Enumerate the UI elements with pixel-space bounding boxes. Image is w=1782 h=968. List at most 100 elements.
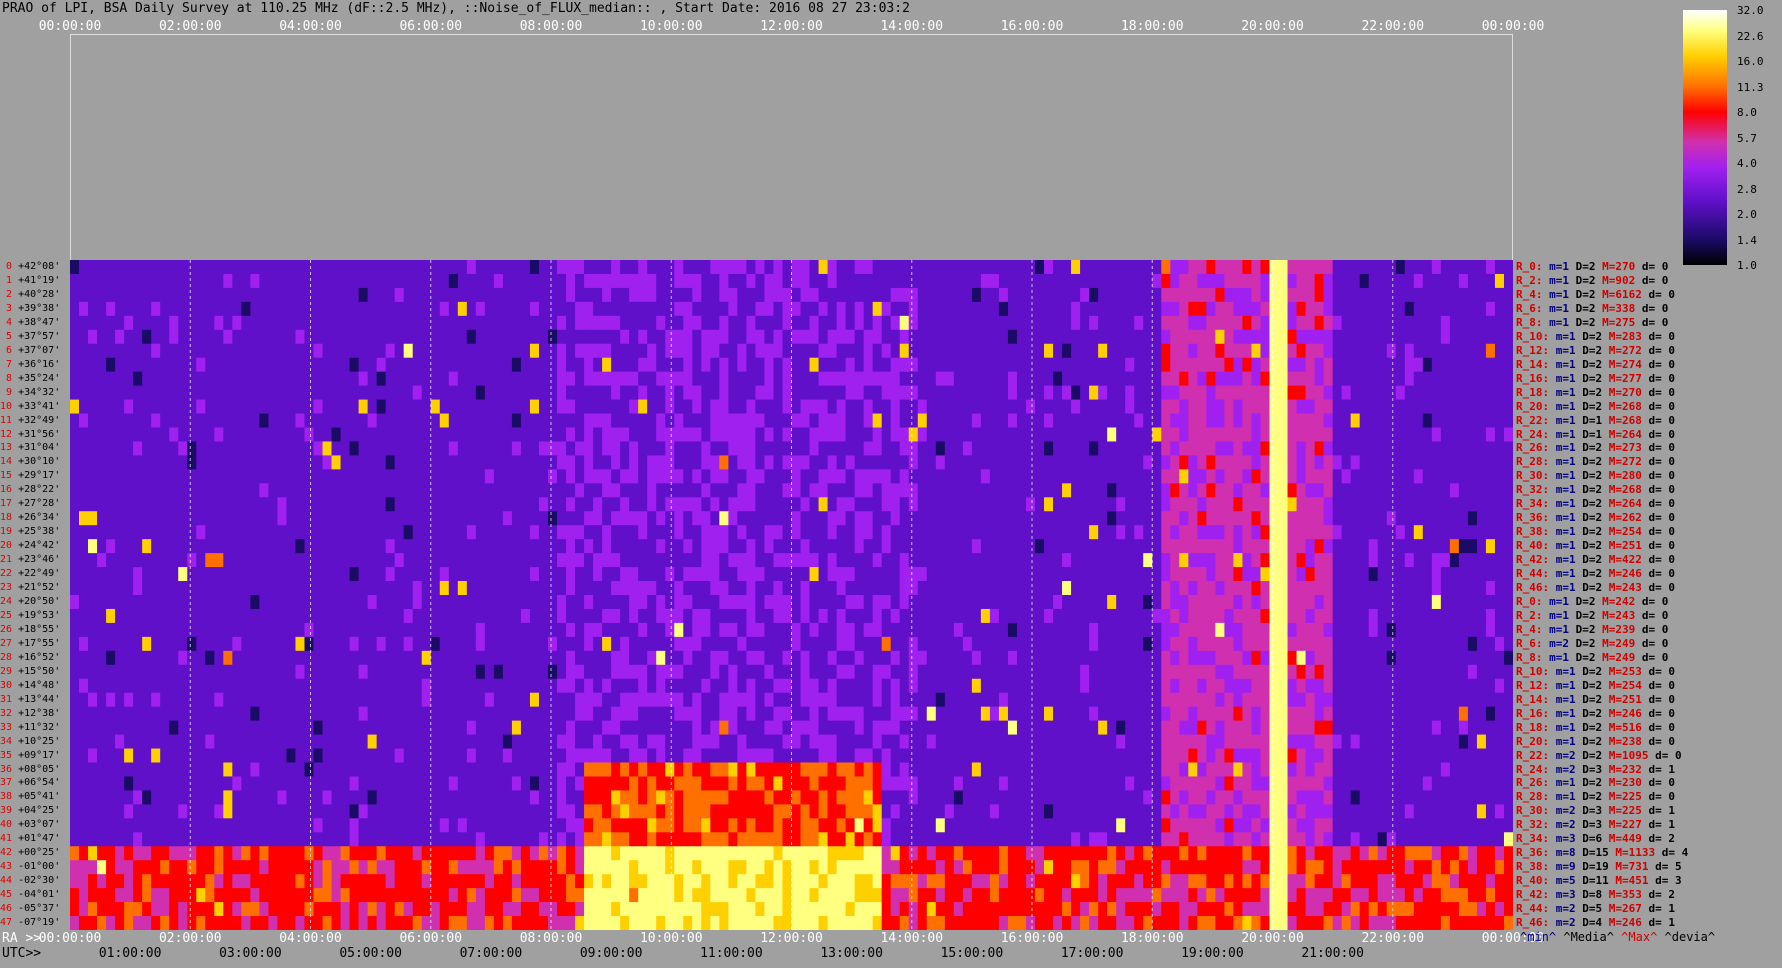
heatmap-cell	[656, 385, 666, 401]
heatmap-cell	[944, 511, 955, 526]
heatmap-cell	[1251, 664, 1262, 680]
heatmap-cell	[944, 273, 955, 289]
heatmap-cell	[1323, 455, 1334, 470]
heatmap-cell	[142, 301, 152, 317]
heatmap-cell	[1404, 539, 1415, 554]
heatmap-cell	[656, 343, 666, 359]
heatmap-cell	[430, 553, 441, 568]
heatmap-cell	[448, 539, 459, 554]
heatmap-cell	[701, 301, 711, 317]
heatmap-cell	[881, 595, 892, 610]
heatmap-cell	[376, 581, 387, 596]
heatmap-cell	[827, 622, 838, 638]
heatmap-cell	[520, 343, 531, 359]
heatmap-cell	[277, 664, 288, 680]
heatmap-cell	[557, 455, 567, 470]
heatmap-cell	[629, 301, 639, 317]
heatmap-cell	[322, 539, 333, 554]
heatmap-cell	[394, 511, 405, 526]
heatmap-cell	[620, 483, 630, 498]
heatmap-cell	[980, 664, 991, 680]
heatmap-cell	[935, 650, 946, 666]
heatmap-cell	[1323, 581, 1334, 596]
heatmap-cell	[1242, 525, 1253, 540]
heatmap-cell	[926, 385, 937, 401]
heatmap-cell	[70, 385, 80, 401]
heatmap-cell	[1224, 371, 1235, 387]
heatmap-cell	[692, 469, 702, 484]
heatmap-cell	[638, 553, 648, 568]
heatmap-cell	[818, 413, 829, 429]
heatmap-cell	[520, 273, 531, 289]
heatmap-cell	[1305, 469, 1316, 484]
heatmap-cell	[593, 511, 603, 526]
heatmap-cell	[1044, 343, 1054, 359]
heatmap-cell	[115, 539, 125, 554]
heatmap-cell	[277, 343, 288, 359]
heatmap-cell	[313, 553, 324, 568]
heatmap-cell	[1025, 511, 1036, 526]
heatmap-cell	[1458, 329, 1469, 345]
heatmap-cell	[1458, 511, 1469, 526]
heatmap-cell	[70, 273, 80, 289]
heatmap-cell	[818, 260, 829, 275]
heatmap-cell	[710, 399, 720, 415]
heatmap-cell	[710, 595, 720, 610]
heatmap-cell	[430, 650, 441, 666]
heatmap-cell	[1233, 664, 1244, 680]
heatmap-cell	[953, 664, 964, 680]
heatmap-cell	[133, 553, 143, 568]
heatmap-cell	[169, 692, 179, 708]
heatmap-cell	[962, 469, 973, 484]
heatmap-cell	[1386, 636, 1397, 652]
heatmap-cell	[845, 608, 856, 624]
heatmap-cell	[719, 608, 729, 624]
heatmap-cell	[538, 622, 549, 638]
heatmap-cell	[881, 511, 892, 526]
heatmap-cell	[313, 301, 324, 317]
heatmap-cell	[998, 399, 1009, 415]
heatmap-cell	[953, 329, 964, 345]
heatmap-cell	[511, 413, 522, 429]
heatmap-cell	[79, 273, 89, 289]
heatmap-cell	[1152, 455, 1162, 470]
heatmap-cell	[1440, 567, 1451, 582]
heatmap-cell	[1170, 301, 1180, 317]
heatmap-cell	[638, 497, 648, 512]
heatmap-cell	[376, 469, 387, 484]
heatmap-cell	[1467, 567, 1478, 582]
heatmap-cell	[322, 273, 333, 289]
heatmap-cell	[511, 357, 522, 373]
heatmap-cell	[1503, 553, 1513, 568]
heatmap-cell	[1125, 343, 1135, 359]
heatmap-cell	[1323, 525, 1334, 540]
heatmap-cell	[998, 511, 1009, 526]
heatmap-cell	[1179, 483, 1189, 498]
heatmap-cell	[133, 539, 143, 554]
heatmap-cell	[1188, 567, 1198, 582]
heatmap-cell	[295, 553, 306, 568]
heatmap-cell	[1458, 371, 1469, 387]
heatmap-cell	[845, 636, 856, 652]
heatmap-cell	[1485, 650, 1496, 666]
heatmap-cell	[791, 301, 802, 317]
heatmap-cell	[620, 427, 630, 443]
heatmap-cell	[340, 357, 351, 373]
heatmap-cell	[1134, 301, 1144, 317]
heatmap-cell	[520, 553, 531, 568]
heatmap-cell	[656, 608, 666, 624]
heatmap-cell	[809, 664, 820, 680]
heatmap-cell	[656, 413, 666, 429]
heatmap-cell	[1053, 497, 1063, 512]
heatmap-cell	[710, 650, 720, 666]
heatmap-cell	[367, 553, 378, 568]
heatmap-cell	[701, 636, 711, 652]
heatmap-cell	[557, 567, 567, 582]
heatmap-cell	[1233, 608, 1244, 624]
heatmap-cell	[1053, 469, 1063, 484]
heatmap-cell	[394, 525, 405, 540]
heatmap-cell	[1368, 553, 1379, 568]
heatmap-cell	[178, 581, 188, 596]
heatmap-cell	[1260, 329, 1271, 345]
heatmap-cell	[376, 427, 387, 443]
